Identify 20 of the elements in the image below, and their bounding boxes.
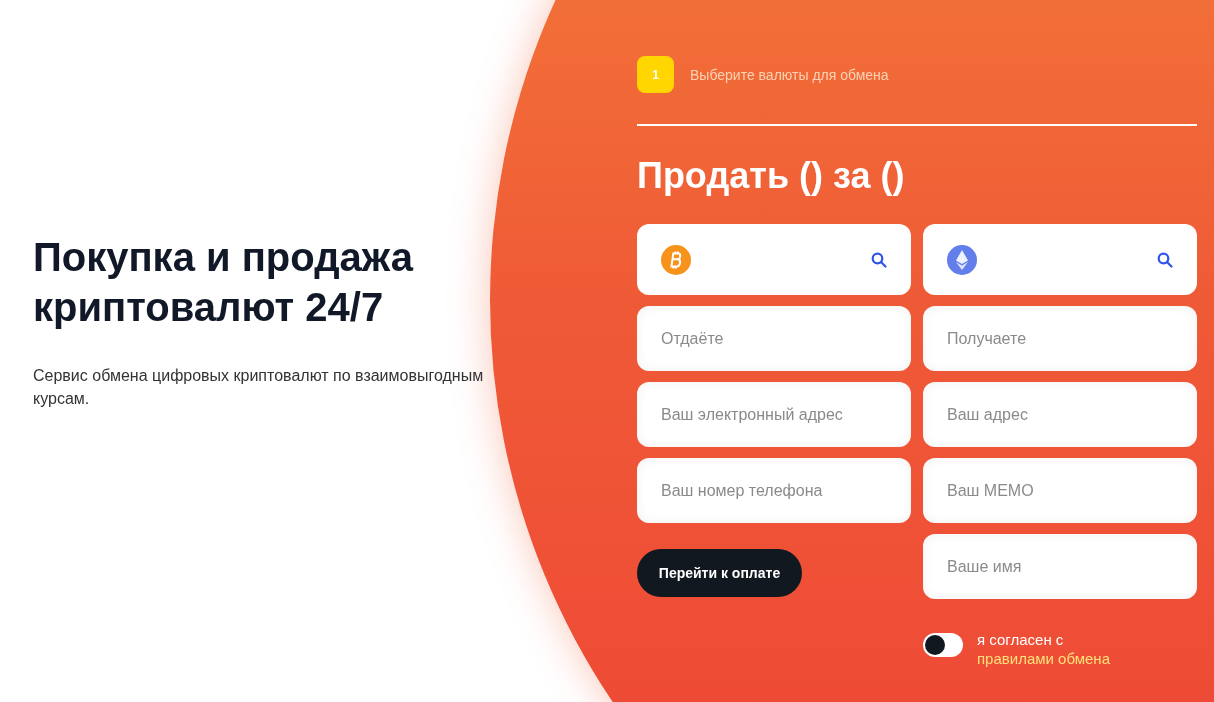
input-field[interactable]: Ваше имя <box>923 534 1197 599</box>
pay-button[interactable]: Перейти к оплате <box>637 549 802 597</box>
ethereum-icon <box>947 244 977 275</box>
agree-text: я согласен с правилами обмена <box>977 630 1111 668</box>
step-number: 1 <box>637 56 674 93</box>
hero-subtitle: Сервис обмена цифровых криптовалют по взаимовыгодным курсам. <box>33 366 485 409</box>
bitcoin-icon <box>661 244 691 275</box>
hero-title: Покупка и продажа криптовалют 24/7 <box>33 234 415 331</box>
form-heading: Продать () за () <box>637 154 906 198</box>
currency-selector[interactable] <box>923 224 1197 295</box>
search-icon[interactable] <box>1157 251 1173 268</box>
input-field[interactable]: Ваш MEMO <box>923 458 1197 523</box>
input-field[interactable]: Ваш номер телефона <box>637 458 911 523</box>
input-field[interactable]: Ваш электронный адрес <box>637 382 911 447</box>
input-field[interactable]: Отдаёте <box>637 306 911 371</box>
agree-toggle[interactable] <box>923 633 963 657</box>
search-icon[interactable] <box>871 251 887 268</box>
step-label: Выберите валюты для обмена <box>690 65 889 85</box>
input-field[interactable]: Получаете <box>923 306 1197 371</box>
input-field[interactable]: Ваш адрес <box>923 382 1197 447</box>
